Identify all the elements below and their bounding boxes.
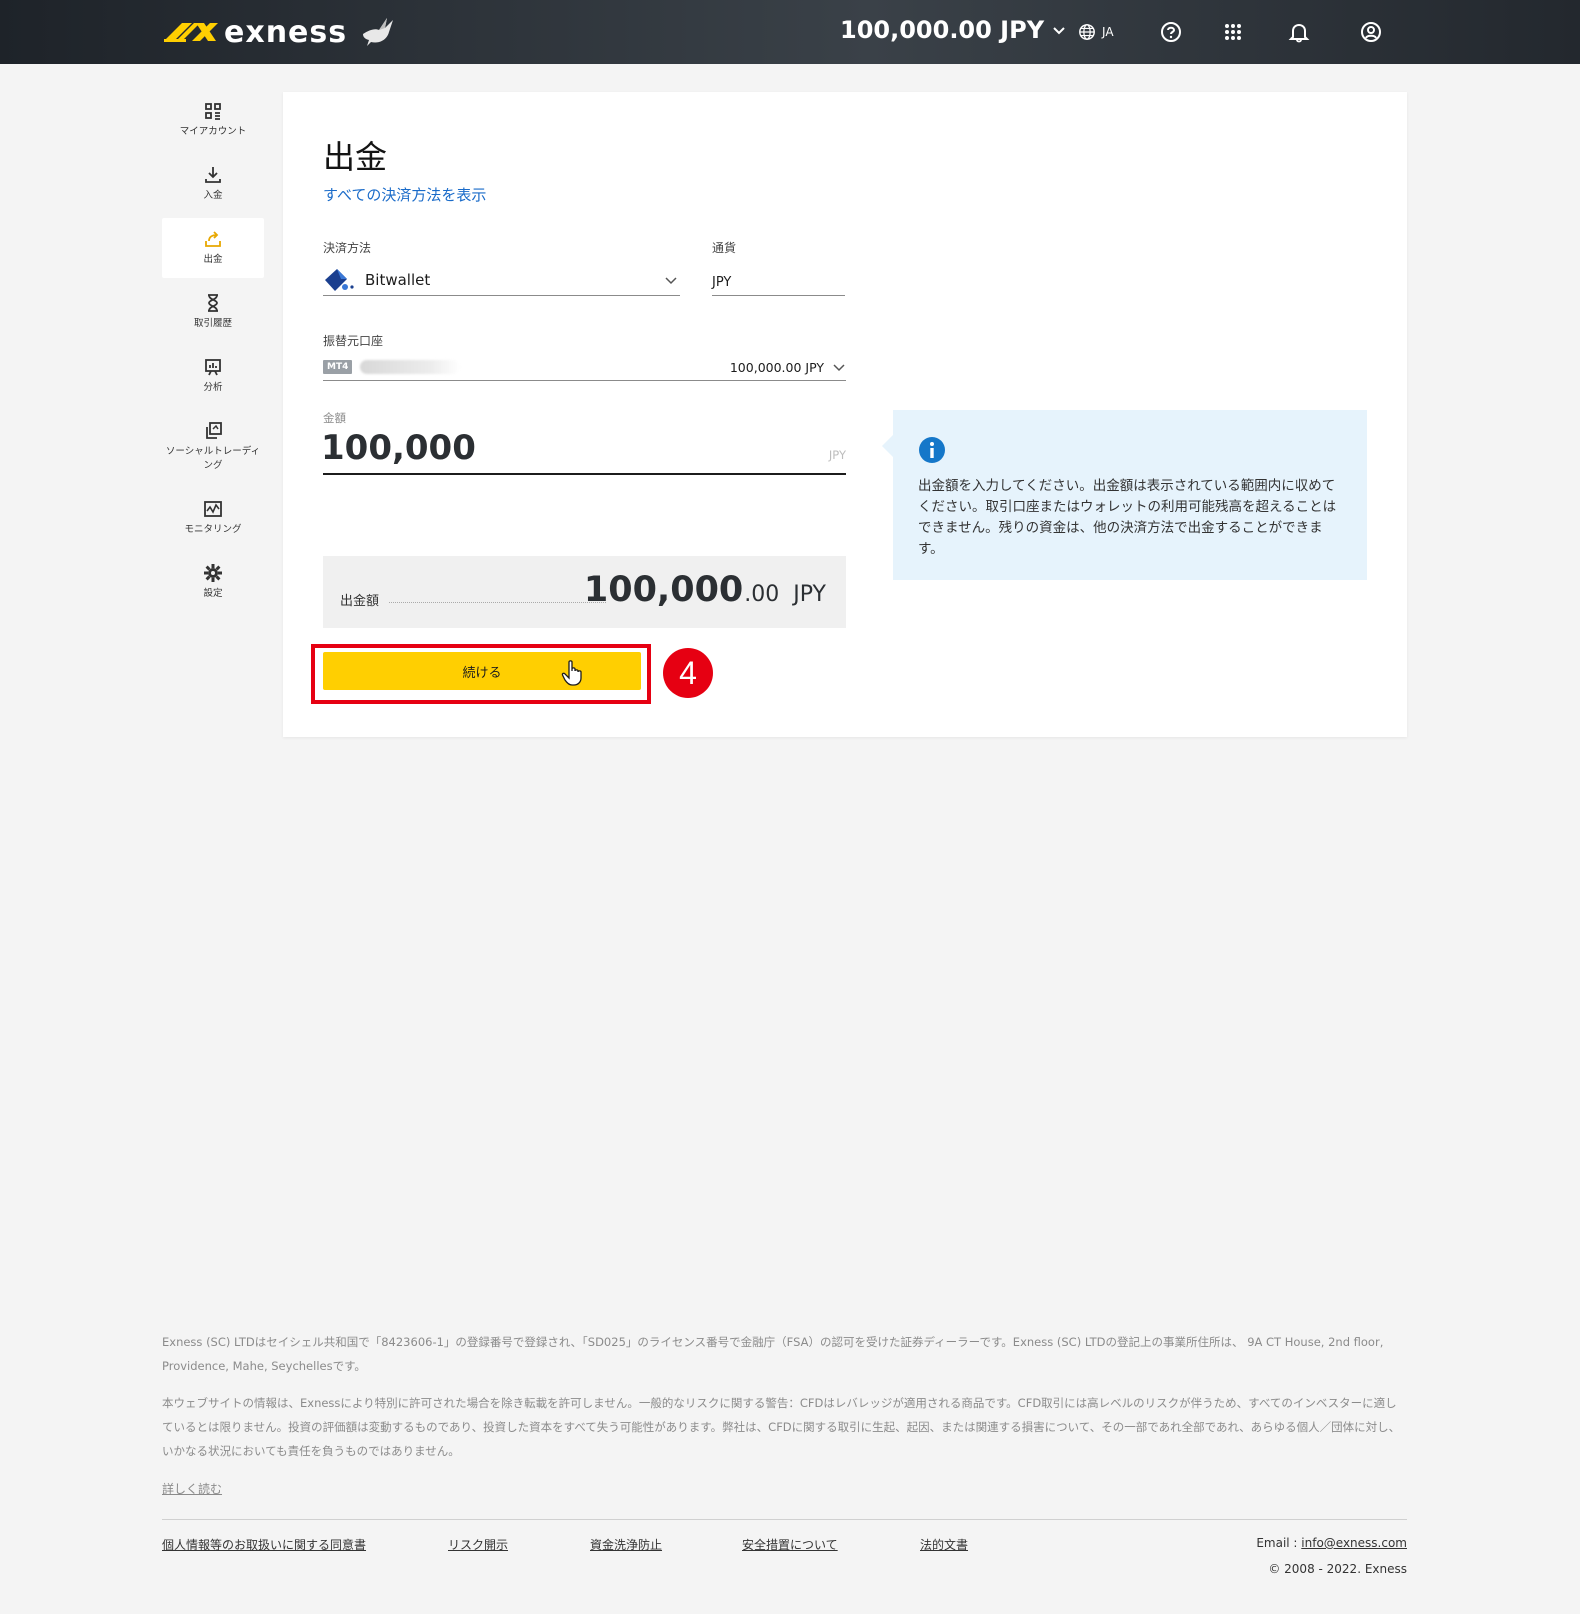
payment-method-label: 決済方法 [323,241,372,255]
bell-icon [1288,23,1310,43]
footer-email: Email : info@exness.com [1256,1536,1407,1550]
currency-value: JPY [712,275,732,290]
sidebar-nav: マイアカウント 入金 出金 取引履歴 分析 ソーシャルトレーディング モニタリン… [162,90,264,616]
help-icon [1161,22,1181,42]
step-number-badge: 4 [663,648,713,698]
balance-value: 100,000.00 JPY [840,16,1045,44]
amount-unit: JPY [828,448,846,462]
info-text: 出金額を入力してください。出金額は表示されている範囲内に収めてください。取引口座… [918,478,1337,557]
sidebar-item-settings[interactable]: 設定 [162,552,264,612]
chevron-down-icon [833,364,845,372]
exness-mark-icon [164,23,218,42]
user-icon [1361,22,1381,42]
read-more-link[interactable]: 詳しく読む [162,1480,222,1497]
footer-divider [162,1519,1407,1520]
help-button[interactable] [1160,18,1182,46]
download-icon [205,167,221,183]
mt4-badge: MT4 [323,360,353,374]
footer-link-safety-measures[interactable]: 安全措置について [742,1536,838,1553]
copy-icon [206,422,222,439]
sidebar-item-monitoring[interactable]: モニタリング [162,488,264,548]
summary-leader-dots [389,602,606,603]
sidebar-item-social-trading[interactable]: ソーシャルトレーディング [162,410,264,484]
currency-label: 通貨 [712,241,737,255]
chevron-down-icon [665,276,677,284]
footer-link-privacy-consent[interactable]: 個人情報等のお取扱いに関する同意書 [162,1536,366,1553]
sidebar-item-deposit[interactable]: 入金 [162,154,264,214]
globe-icon [1079,24,1095,40]
chevron-down-icon [1053,27,1065,35]
analytics-icon [205,359,221,376]
payment-method-value: Bitwallet [365,270,431,289]
account-balance-dropdown[interactable]: 100,000.00 JPY [840,16,1066,44]
notifications-button[interactable] [1288,18,1310,46]
summary-amount: 100,000 .00 JPY [584,570,826,610]
source-account-label: 振替元口座 [323,334,384,348]
language-label: JA [1102,25,1114,39]
source-account-balance: 100,000.00 JPY [729,359,824,375]
sidebar-item-trade-history[interactable]: 取引履歴 [162,282,264,342]
amount-input[interactable]: 金額 100,000 JPY [321,410,846,475]
exness-logo[interactable]: exness [162,12,397,52]
copyright: © 2008 - 2022. Exness [1268,1562,1407,1576]
footer-link-aml[interactable]: 資金洗浄防止 [590,1536,662,1553]
email-label: Email : [1256,1536,1302,1550]
footer-link-risk-disclosure[interactable]: リスク開示 [448,1536,508,1553]
continue-button[interactable]: 続ける [323,652,641,690]
sidebar-item-label: 入金 [203,190,223,201]
dove-icon [363,18,394,46]
page-title: 出金 [323,138,388,176]
currency-field[interactable]: JPY [712,264,845,296]
summary-label: 出金額 [340,594,380,609]
hourglass-icon [208,294,218,312]
summary-amount-integer: 100,000 [583,570,744,610]
apps-grid-icon [1225,24,1241,40]
account-number-blurred [360,360,461,374]
amount-value: 100,000 [321,428,476,468]
page-footer: Exness (SC) LTDはセイシェル共和国で「8423606-1」の登録番… [162,1330,1407,1576]
bitwallet-logo-icon [325,268,354,291]
source-account-select[interactable]: MT4 100,000.00 JPY [323,354,846,381]
summary-amount-decimal: .00 [744,582,780,607]
apps-button[interactable] [1222,18,1244,46]
summary-currency: JPY [793,582,826,607]
email-link[interactable]: info@exness.com [1301,1536,1407,1550]
grid-icon [205,103,221,120]
sidebar-item-withdraw[interactable]: 出金 [162,218,264,278]
withdraw-icon [205,231,221,247]
footer-link-legal-documents[interactable]: 法的文書 [920,1536,968,1553]
sidebar-item-label: モニタリング [184,524,242,535]
top-bar: exness 100,000.00 JPY JA [0,0,1580,64]
hand-cursor-icon [561,660,582,686]
sidebar-item-label: 出金 [203,254,223,265]
info-icon [919,437,945,463]
monitoring-icon [204,501,222,517]
language-selector[interactable]: JA [1078,18,1114,46]
payment-method-select[interactable]: Bitwallet [323,264,680,296]
sidebar-item-analytics[interactable]: 分析 [162,346,264,406]
profile-button[interactable] [1360,18,1382,46]
footer-company-info: Exness (SC) LTDはセイシェル共和国で「8423606-1」の登録番… [162,1335,1384,1373]
sidebar-item-label: 分析 [203,382,223,393]
amount-label: 金額 [323,411,346,425]
sidebar-item-label: マイアカウント [179,126,247,137]
brand-name: exness [224,14,348,50]
info-panel: 出金額を入力してください。出金額は表示されている範囲内に収めてください。取引口座… [882,410,1367,580]
sidebar-item-label: ソーシャルトレーディング [165,446,261,471]
gear-icon [204,564,222,582]
show-all-methods-link[interactable]: すべての決済方法を表示 [323,184,486,205]
sidebar-item-my-account[interactable]: マイアカウント [162,90,264,150]
withdrawal-summary: 出金額 100,000 .00 JPY [323,556,846,628]
sidebar-item-label: 設定 [203,588,223,599]
withdrawal-card: 出金 すべての決済方法を表示 決済方法 Bitwallet 通貨 JPY 振替元… [283,92,1407,737]
footer-risk-warning: 本ウェブサイトの情報は、Exnessにより特別に許可された場合を除き転載を許可し… [162,1396,1401,1458]
sidebar-item-label: 取引履歴 [193,318,232,329]
